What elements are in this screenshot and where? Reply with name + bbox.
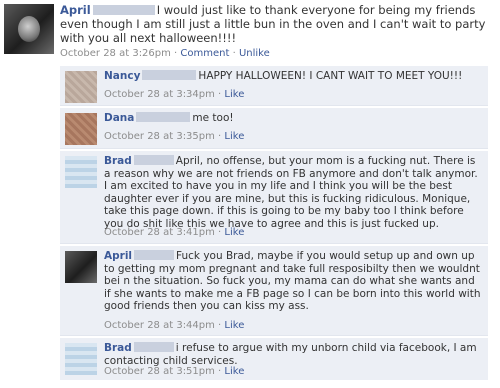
redacted-surname — [134, 250, 175, 260]
comment-item: Brad i refuse to argue with my unborn chi… — [60, 338, 488, 380]
commenter-avatar[interactable] — [65, 156, 97, 188]
commenter-avatar[interactable] — [65, 343, 97, 375]
like-link[interactable]: Like — [224, 366, 244, 377]
comment-meta: October 28 at 3:34pm · Like — [104, 89, 244, 100]
separator: · — [214, 366, 225, 377]
post-author-avatar[interactable] — [4, 4, 54, 54]
separator: · — [214, 131, 225, 142]
post-author-name[interactable]: April — [60, 3, 91, 17]
separator: · — [214, 227, 225, 238]
redacted-surname — [92, 5, 155, 15]
like-link[interactable]: Like — [224, 89, 244, 100]
comment-timestamp[interactable]: October 28 at 3:44pm — [104, 320, 215, 331]
comment-item: April Fuck you Brad, maybe if you would s… — [60, 246, 488, 336]
separator: · — [170, 48, 181, 59]
post-body: April I would just like to thank everyone… — [60, 3, 496, 45]
commenter-avatar[interactable] — [65, 113, 97, 145]
commenter-name[interactable]: Brad — [104, 342, 132, 354]
comment-timestamp[interactable]: October 28 at 3:35pm — [104, 131, 215, 142]
comment-body: Dana me too! — [104, 112, 484, 125]
comment-timestamp[interactable]: October 28 at 3:51pm — [104, 366, 215, 377]
comment-text: HAPPY HALLOWEEN! I CANT WAIT TO MEET YOU… — [198, 70, 463, 82]
unlike-link[interactable]: Unlike — [239, 48, 270, 59]
comment-link[interactable]: Comment — [180, 48, 229, 59]
commenter-name[interactable]: Nancy — [104, 70, 140, 82]
comment-timestamp[interactable]: October 28 at 3:41pm — [104, 227, 215, 238]
comment-item: Nancy HAPPY HALLOWEEN! I CANT WAIT TO MEE… — [60, 66, 488, 106]
comment-meta: October 28 at 3:44pm · Like — [104, 320, 244, 331]
like-link[interactable]: Like — [224, 320, 244, 331]
comment-timestamp[interactable]: October 28 at 3:34pm — [104, 89, 215, 100]
commenter-name[interactable]: Dana — [104, 112, 134, 124]
like-link[interactable]: Like — [224, 227, 244, 238]
comment-body: Brad April, no offense, but your mom is a… — [104, 155, 484, 230]
redacted-surname — [136, 112, 191, 122]
comment-list: Nancy HAPPY HALLOWEEN! I CANT WAIT TO MEE… — [60, 66, 488, 382]
comment-text: April, no offense, but your mom is a fuc… — [104, 155, 478, 230]
comment-text: me too! — [192, 112, 234, 124]
commenter-avatar[interactable] — [65, 71, 97, 103]
separator: · — [214, 89, 225, 100]
comment-meta: October 28 at 3:41pm · Like — [104, 227, 244, 238]
comment-body: April Fuck you Brad, maybe if you would s… — [104, 250, 484, 313]
comment-meta: October 28 at 3:35pm · Like — [104, 131, 244, 142]
separator: · — [229, 48, 239, 59]
comment-item: Brad April, no offense, but your mom is a… — [60, 151, 488, 244]
separator: · — [214, 320, 225, 331]
commenter-name[interactable]: Brad — [104, 155, 132, 167]
comment-meta: October 28 at 3:51pm · Like — [104, 366, 244, 377]
status-post: April I would just like to thank everyone… — [0, 0, 500, 62]
like-link[interactable]: Like — [224, 131, 244, 142]
redacted-surname — [133, 155, 174, 165]
comment-body: Brad i refuse to argue with my unborn chi… — [104, 342, 484, 367]
commenter-avatar[interactable] — [65, 251, 97, 283]
commenter-name[interactable]: April — [104, 250, 132, 262]
comment-item: Dana me too! October 28 at 3:35pm · Like — [60, 108, 488, 149]
post-meta: October 28 at 3:26pm · Comment · Unlike — [60, 48, 270, 59]
redacted-surname — [133, 342, 174, 352]
comment-body: Nancy HAPPY HALLOWEEN! I CANT WAIT TO MEE… — [104, 70, 484, 83]
redacted-surname — [142, 70, 197, 80]
post-timestamp[interactable]: October 28 at 3:26pm — [60, 48, 171, 59]
